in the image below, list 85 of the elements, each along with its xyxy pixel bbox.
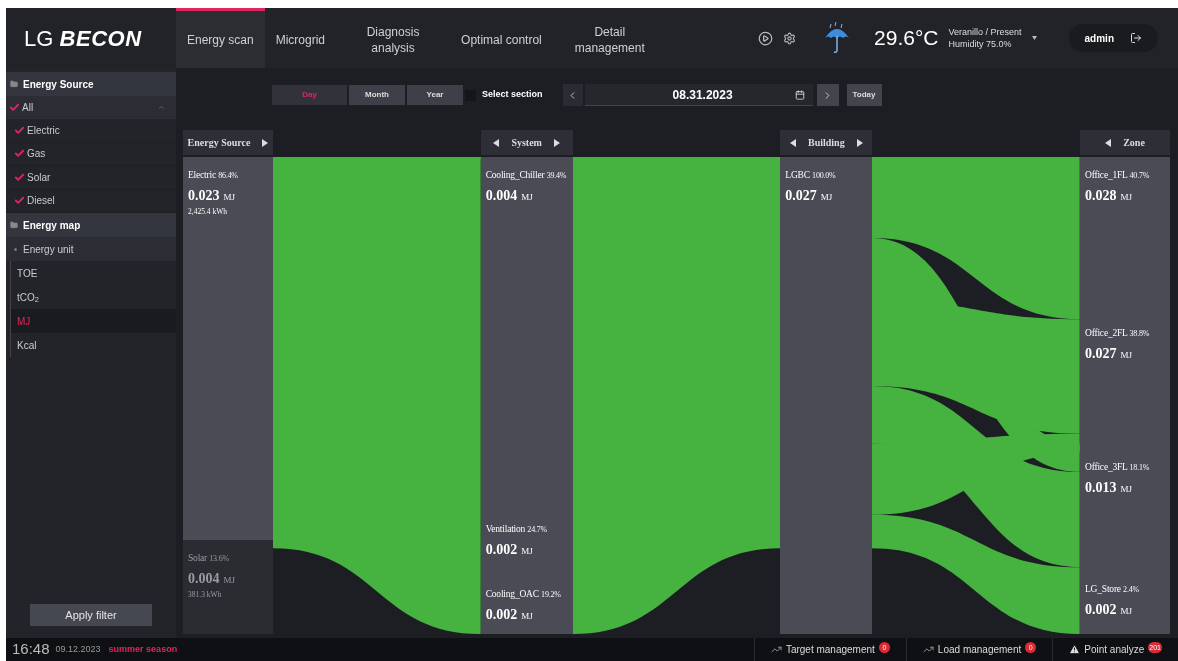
checkbox[interactable] <box>14 148 25 160</box>
weather-location: Veranillo / Present <box>948 26 1022 38</box>
node-value: 0.002 MJ <box>1085 601 1133 620</box>
play-icon[interactable] <box>758 30 774 46</box>
node-label: Cooling_Chiller 39.4% <box>485 170 567 181</box>
nav-tab[interactable]: Optimal control <box>450 8 553 68</box>
filter-label: Solar <box>27 170 51 185</box>
caret-left-icon[interactable] <box>790 138 796 147</box>
section-title: Energy Source <box>23 77 94 92</box>
checkbox[interactable] <box>14 195 25 207</box>
status-date: 09.12.2023 <box>55 642 101 656</box>
node-value: 0.027 MJ <box>1085 345 1133 364</box>
sankey-node[interactable]: Office_2FL 38.8% 0.027 MJ <box>1080 315 1170 449</box>
dropdown-caret-icon[interactable] <box>1031 36 1037 40</box>
node-value: 0.002 MJ <box>485 606 533 624</box>
caret-left-icon[interactable] <box>493 138 500 147</box>
nav-tab[interactable]: Microgrid <box>264 8 337 68</box>
select-section-label: Select section <box>482 88 543 102</box>
caret-right-icon[interactable] <box>856 138 863 147</box>
column-title: Energy Source <box>187 136 251 150</box>
prev-button[interactable] <box>562 84 583 106</box>
warning-icon <box>1069 644 1081 655</box>
node-label: Electric 86.4% <box>188 170 238 181</box>
column-title: System <box>511 136 542 150</box>
season-label: summer season <box>108 642 178 656</box>
date-value: 08.31.2023 <box>672 86 734 104</box>
filter-label: Electric <box>27 123 60 138</box>
node-label: Solar 13.6% <box>188 552 229 564</box>
user-name: admin <box>1084 31 1114 46</box>
sankey-node[interactable]: Cooling_OAC 19.2% 0.002 MJ <box>480 576 573 634</box>
unit-option[interactable]: MJ <box>10 309 176 333</box>
date-field[interactable]: 08.31.2023 <box>584 84 813 106</box>
caret-right-icon[interactable] <box>262 138 269 147</box>
nav-tab[interactable]: Detail management <box>552 8 667 68</box>
bullet-icon <box>14 247 17 251</box>
node-value: 0.002 MJ <box>485 540 533 559</box>
trend-icon <box>922 644 934 655</box>
checkbox[interactable] <box>14 124 25 136</box>
section-title: Energy map <box>23 218 81 233</box>
filter-label: Gas <box>27 147 46 162</box>
column-title: Building <box>808 136 845 150</box>
period-tab[interactable]: Month <box>349 85 405 105</box>
checkbox[interactable] <box>9 102 20 113</box>
sankey-node[interactable]: LG_Store 2.4% 0.002 MJ <box>1080 571 1170 634</box>
today-button[interactable]: Today <box>846 84 882 106</box>
node-label: Ventilation 24.7% <box>485 523 548 535</box>
node-value: 0.004 MJ <box>188 569 235 588</box>
trend-icon <box>770 644 782 655</box>
calendar-icon[interactable] <box>794 89 805 100</box>
humidity: Humidity 75.0% <box>948 38 1013 50</box>
apply-filter-button[interactable]: Apply filter <box>30 604 152 626</box>
sankey-node[interactable]: Office_1FL 40.7% 0.028 MJ <box>1080 157 1170 316</box>
node-label: Office_1FL 40.7% <box>1085 170 1150 181</box>
folder-icon <box>10 80 18 88</box>
node-label: LGBC 100.0% <box>785 170 836 181</box>
folder-icon <box>10 221 18 229</box>
node-value: 0.013 MJ <box>1085 478 1133 497</box>
caret-right-icon[interactable] <box>553 138 560 147</box>
logout-icon[interactable] <box>1130 32 1142 44</box>
checkbox[interactable] <box>14 171 25 183</box>
node-label: Office_2FL 38.8% <box>1085 328 1150 340</box>
period-tab[interactable]: Year <box>407 85 463 105</box>
sankey-node[interactable]: LGBC 100.0% 0.027 MJ <box>780 157 873 634</box>
column-title: Zone <box>1123 136 1145 150</box>
node-value: 0.023 MJ <box>188 187 235 205</box>
sankey-node[interactable]: Ventilation 24.7% 0.002 MJ <box>480 510 573 576</box>
nav-tab[interactable]: Diagnosis analysis <box>336 8 451 68</box>
caret-left-icon[interactable] <box>1105 138 1112 147</box>
filter-label: All <box>22 101 35 115</box>
next-button[interactable] <box>816 84 839 106</box>
node-value: 0.027 MJ <box>785 187 833 205</box>
node-label: Cooling_OAC 19.2% <box>485 589 561 600</box>
node-value: 0.028 MJ <box>1085 187 1133 205</box>
settings-icon[interactable] <box>783 31 797 45</box>
node-label: Office_3FL 18.1% <box>1085 461 1150 473</box>
logo: LG BECON <box>24 24 142 53</box>
node-label: LG_Store 2.4% <box>1085 584 1139 596</box>
node-value: 0.004 MJ <box>485 187 533 205</box>
group-title: Energy unit <box>23 242 74 257</box>
clock-time: 16:48 <box>12 639 50 660</box>
temperature: 29.6°C <box>874 25 939 52</box>
sankey-node[interactable]: Office_3FL 18.1% 0.013 MJ <box>1080 448 1170 572</box>
filter-label: Diesel <box>27 194 55 209</box>
sankey-node[interactable]: Cooling_Chiller 39.4% 0.004 MJ <box>480 157 573 511</box>
nav-tab[interactable]: Energy scan <box>176 8 265 68</box>
